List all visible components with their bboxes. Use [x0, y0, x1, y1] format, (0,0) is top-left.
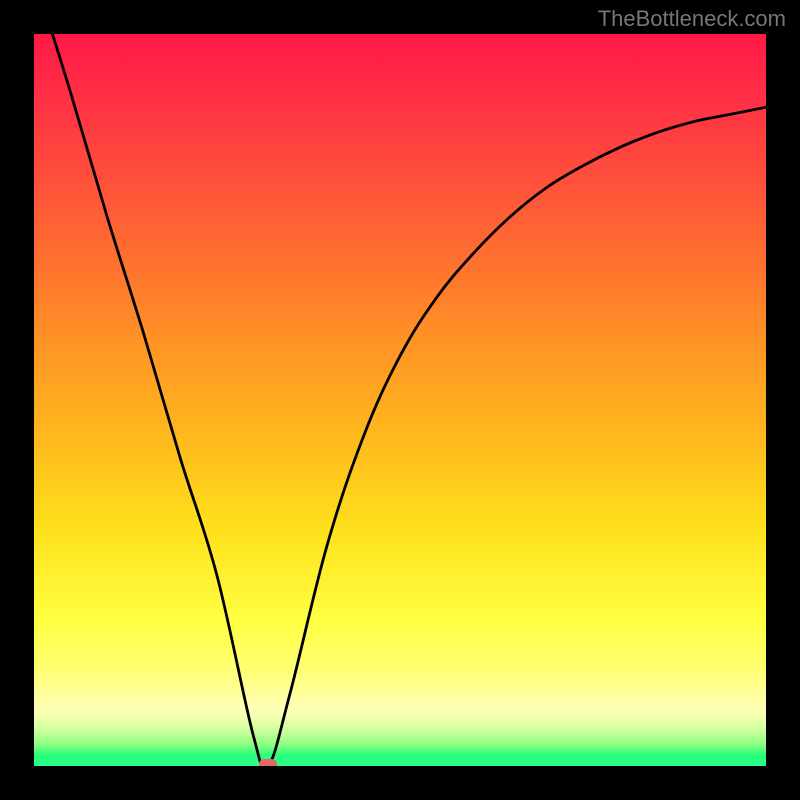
bottleneck-curve — [34, 34, 766, 766]
curve-path — [34, 34, 766, 766]
plot-area — [34, 34, 766, 766]
minimum-marker — [259, 759, 277, 766]
watermark-text: TheBottleneck.com — [598, 6, 786, 32]
